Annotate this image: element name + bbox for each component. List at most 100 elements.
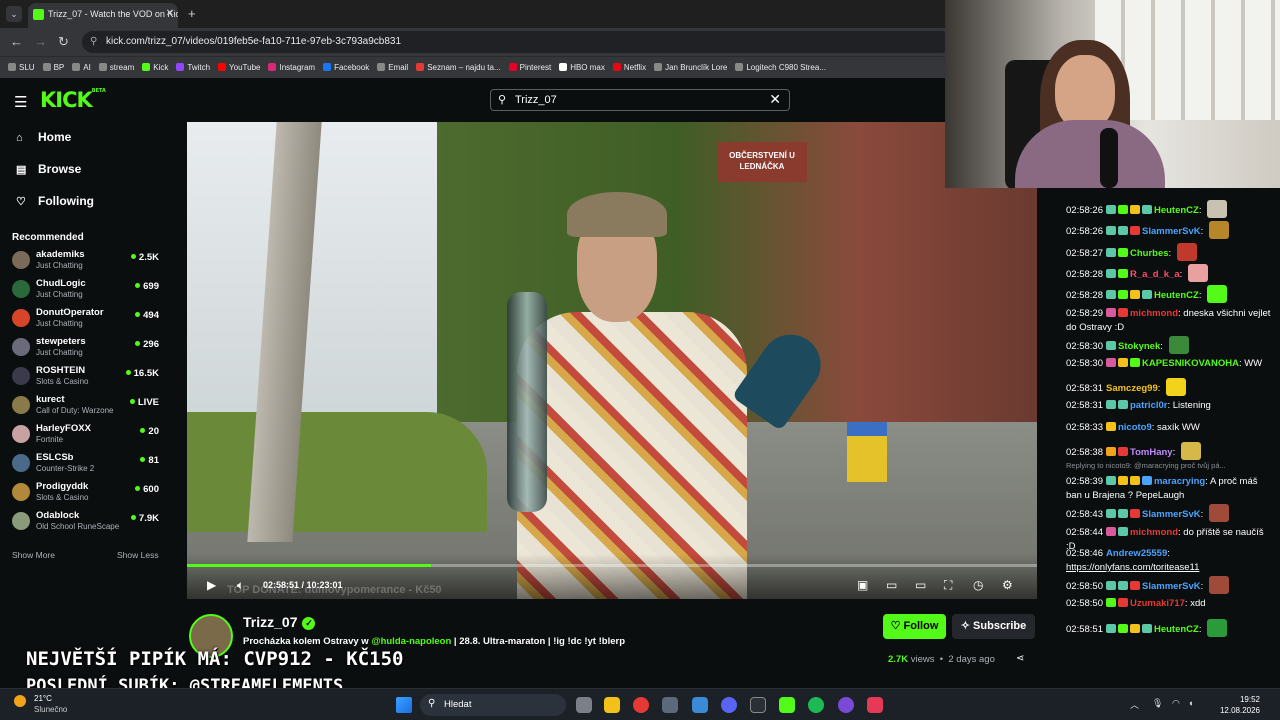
reload-icon[interactable]: ↻ [58, 34, 69, 50]
file-explorer-icon[interactable] [604, 697, 620, 713]
chat-username[interactable]: nicoto9 [1118, 422, 1152, 433]
recommended-channel[interactable]: ChudLogic Just Chatting 699 [12, 277, 162, 303]
chat-username[interactable]: KAPESNIKOVANOHA [1142, 358, 1239, 369]
recommended-channel[interactable]: DonutOperator Just Chatting 494 [12, 306, 162, 332]
recommended-channel[interactable]: stewpeters Just Chatting 296 [12, 335, 162, 361]
bookmark-item[interactable]: Facebook [323, 63, 369, 72]
chat-username[interactable]: Stokynek [1118, 341, 1160, 352]
clip-icon[interactable]: ▭ [886, 578, 897, 592]
recommended-channel[interactable]: Prodigyddk Slots & Casino 600 [12, 480, 162, 506]
playback-speed-icon[interactable]: ◷ [973, 578, 983, 592]
wifi-icon[interactable]: ◠ [1172, 698, 1180, 709]
chat-username[interactable]: HeutenCZ [1154, 624, 1199, 635]
chat-username[interactable]: michmond [1130, 308, 1178, 319]
subscribe-button[interactable]: ✧ Subscribe [952, 614, 1035, 639]
chat-message[interactable]: 02:58:26 HeutenCZ: [1066, 200, 1274, 218]
weather-condition[interactable]: Slunečno [34, 705, 67, 714]
photos-icon[interactable] [692, 697, 708, 713]
recommended-channel[interactable]: ESLCSb Counter-Strike 2 81 [12, 451, 162, 477]
chat-username[interactable]: Andrew25559 [1106, 548, 1167, 559]
bookmark-item[interactable]: AI [72, 63, 91, 72]
search-input[interactable]: ⚲ Trizz_07 ✕ [490, 89, 790, 111]
bookmark-item[interactable]: Seznam – najdu ta... [416, 63, 501, 72]
chat-username[interactable]: Uzumaki717 [1130, 598, 1185, 609]
theater-mode-icon[interactable]: ▭ [915, 578, 926, 592]
share-icon[interactable]: ⋖ [1016, 653, 1024, 664]
chat-message[interactable]: 02:58:38 TomHany: [1066, 442, 1274, 460]
sidebar-item-browse[interactable]: ▤ Browse [16, 162, 81, 176]
system-clock[interactable]: 19:52 12.08.2026 [1200, 694, 1260, 716]
chat-message[interactable]: 02:58:29 michmond: dneska všichni vejlet … [1066, 307, 1274, 335]
show-more-link[interactable]: Show More [12, 550, 55, 560]
chat-message[interactable]: 02:58:30 Stokynek: [1066, 335, 1274, 354]
spotify-icon[interactable] [808, 697, 824, 713]
chat-text[interactable]: https://onlyfans.com/toriteasе11 [1066, 562, 1199, 573]
chat-username[interactable]: TomHany [1130, 447, 1173, 458]
site-info-icon[interactable]: ⚲ [90, 36, 97, 47]
chat-message[interactable]: 02:58:31 Samczeg99: [1066, 378, 1274, 397]
volume-icon[interactable]: 🔈︎ [237, 578, 244, 593]
recommended-channel[interactable]: HarleyFOXX Fortnite 20 [12, 422, 162, 448]
sidebar-item-following[interactable]: ♡ Following [16, 194, 94, 208]
chat-message[interactable]: 02:58:39 maracrying: A proč máš ban u Bra… [1066, 475, 1274, 503]
chat-username[interactable]: maracrying [1154, 476, 1205, 487]
recommended-channel[interactable]: Odablock Old School RuneScape 7.9K [12, 509, 162, 535]
new-tab-button[interactable]: + [188, 6, 196, 21]
chat-message[interactable]: 02:58:50 Uzumaki717: xdd [1066, 597, 1274, 611]
miniplayer-icon[interactable]: ▣ [857, 578, 868, 592]
follow-button[interactable]: ♡ Follow [883, 614, 946, 639]
bookmark-item[interactable]: Pinterest [508, 63, 551, 72]
chat-username[interactable]: SlammerSvK [1142, 509, 1201, 520]
settings-gear-icon[interactable]: ⚙ [1002, 578, 1013, 592]
back-icon[interactable]: ← [10, 34, 23, 49]
microphone-icon[interactable]: 🎙︎ [1152, 698, 1163, 709]
recommended-channel[interactable]: ROSHTEIN Slots & Casino 16.5K [12, 364, 162, 390]
tab-search-button[interactable]: ⌄ [6, 6, 22, 22]
chat-username[interactable]: HeutenCZ [1154, 290, 1199, 301]
app-icon[interactable] [838, 697, 854, 713]
chat-message[interactable]: 02:58:30 KAPESNIKOVANOHA: WW [1066, 357, 1274, 371]
recommended-channel[interactable]: akademiks Just Chatting 2.5K [12, 248, 162, 274]
start-icon[interactable] [396, 697, 412, 713]
bookmark-item[interactable]: SLU [8, 63, 35, 72]
taskbar-search[interactable]: ⚲ Hledat [420, 694, 566, 716]
recommended-channel[interactable]: kurect Call of Duty: Warzone LIVE [12, 393, 162, 419]
speaker-icon[interactable]: ◖ [1188, 698, 1193, 708]
channel-name[interactable]: Trizz_07 ✓ [243, 614, 316, 630]
bookmark-item[interactable]: Email [377, 63, 408, 72]
chrome-icon[interactable] [633, 697, 649, 713]
video-player[interactable]: OBČERSTVENÍ U LEDNÁČKA TOP DONATE: dumov… [187, 122, 1037, 599]
chat-username[interactable]: HeutenCZ [1154, 205, 1199, 216]
chat-username[interactable]: SlammerSvK [1142, 581, 1201, 592]
reply-context[interactable]: Replying to nicoto9: @maracrying proč tv… [1066, 461, 1226, 470]
bookmark-item[interactable]: Twitch [176, 63, 210, 72]
bookmark-item[interactable]: Jan Brunclík Lore [654, 63, 727, 72]
chat-message[interactable]: 02:58:43 SlammerSvK: [1066, 504, 1274, 523]
sidebar-item-home[interactable]: ⌂ Home [16, 130, 71, 144]
chat-message[interactable]: 02:58:27 Churbes: [1066, 242, 1274, 261]
play-icon[interactable]: ▶ [207, 578, 216, 592]
chat-message[interactable]: 02:58:31 patricl0r: Listening [1066, 399, 1274, 413]
clear-search-icon[interactable]: ✕ [769, 91, 781, 108]
bookmark-item[interactable]: Logitech C980 Strea... [735, 63, 826, 72]
chat-message[interactable]: 02:58:33 nicoto9: saxík WW [1066, 421, 1274, 435]
chat-message[interactable]: 02:58:28 R_a_d_k_a: [1066, 263, 1274, 282]
kick-app-icon[interactable] [779, 697, 795, 713]
bookmark-item[interactable]: YouTube [218, 63, 260, 72]
bookmark-item[interactable]: BP [42, 63, 64, 72]
music-icon[interactable] [867, 697, 883, 713]
bookmark-item[interactable]: stream [98, 63, 134, 72]
chat-message[interactable]: 02:58:26 SlammerSvK: [1066, 221, 1274, 240]
chat-message[interactable]: 02:58:28 HeutenCZ: [1066, 285, 1274, 304]
chat-message[interactable]: 02:58:46 Andrew25559: https://onlyfans.co… [1066, 547, 1274, 575]
close-tab-icon[interactable]: ✕ [166, 8, 174, 19]
show-less-link[interactable]: Show Less [117, 550, 159, 560]
settings-icon[interactable] [662, 697, 678, 713]
bookmark-item[interactable]: HBO max [559, 63, 605, 72]
chat-username[interactable]: michmond [1130, 527, 1178, 538]
kick-logo[interactable]: KICKBETA [40, 88, 106, 112]
chevron-up-icon[interactable]: ︿ [1130, 698, 1139, 711]
weather-temp[interactable]: 21°C [34, 694, 52, 703]
chat-message[interactable]: 02:58:50 SlammerSvK: [1066, 575, 1274, 594]
forward-icon[interactable]: → [34, 34, 47, 49]
